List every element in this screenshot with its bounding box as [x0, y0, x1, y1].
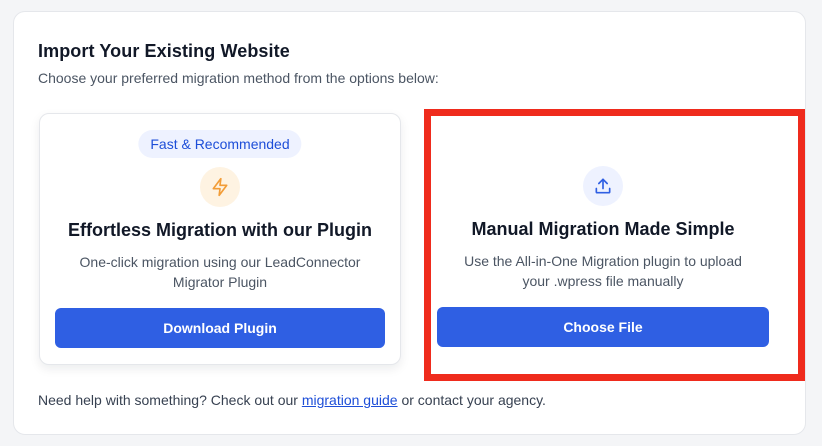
footer-text: or contact your agency.: [397, 392, 546, 408]
footer-text: Need help with something? Check out our: [38, 392, 302, 408]
page-title: Import Your Existing Website: [38, 41, 290, 61]
recommended-badge: Fast & Recommended: [138, 130, 302, 158]
lightning-bolt-icon: [200, 167, 240, 207]
manual-card-description-line: your .wpress file manually: [522, 273, 684, 289]
plugin-card-description-line: One-click migration using our LeadConnec…: [79, 254, 361, 270]
manual-card-title: Manual Migration Made Simple: [471, 219, 735, 239]
page-subtitle: Choose your preferred migration method f…: [38, 70, 439, 86]
help-footer: Need help with something? Check out our …: [38, 392, 546, 408]
download-plugin-button[interactable]: Download Plugin: [55, 308, 385, 348]
manual-card-description-line: Use the All-in-One Migration plugin to u…: [464, 253, 742, 269]
manual-migration-card: Manual Migration Made Simple Use the All…: [422, 113, 784, 365]
manual-card-description: Use the All-in-One Migration plugin to u…: [442, 251, 764, 291]
import-panel: Import Your Existing Website Choose your…: [13, 11, 806, 435]
choose-file-button[interactable]: Choose File: [437, 307, 769, 347]
upload-icon: [583, 166, 623, 206]
plugin-card-description: One-click migration using our LeadConnec…: [60, 252, 380, 292]
plugin-migration-card: Fast & Recommended Effortless Migration …: [39, 113, 401, 365]
migration-guide-link[interactable]: migration guide: [302, 392, 398, 408]
plugin-card-description-line: Migrator Plugin: [172, 274, 268, 290]
plugin-card-title: Effortless Migration with our Plugin: [68, 220, 372, 240]
